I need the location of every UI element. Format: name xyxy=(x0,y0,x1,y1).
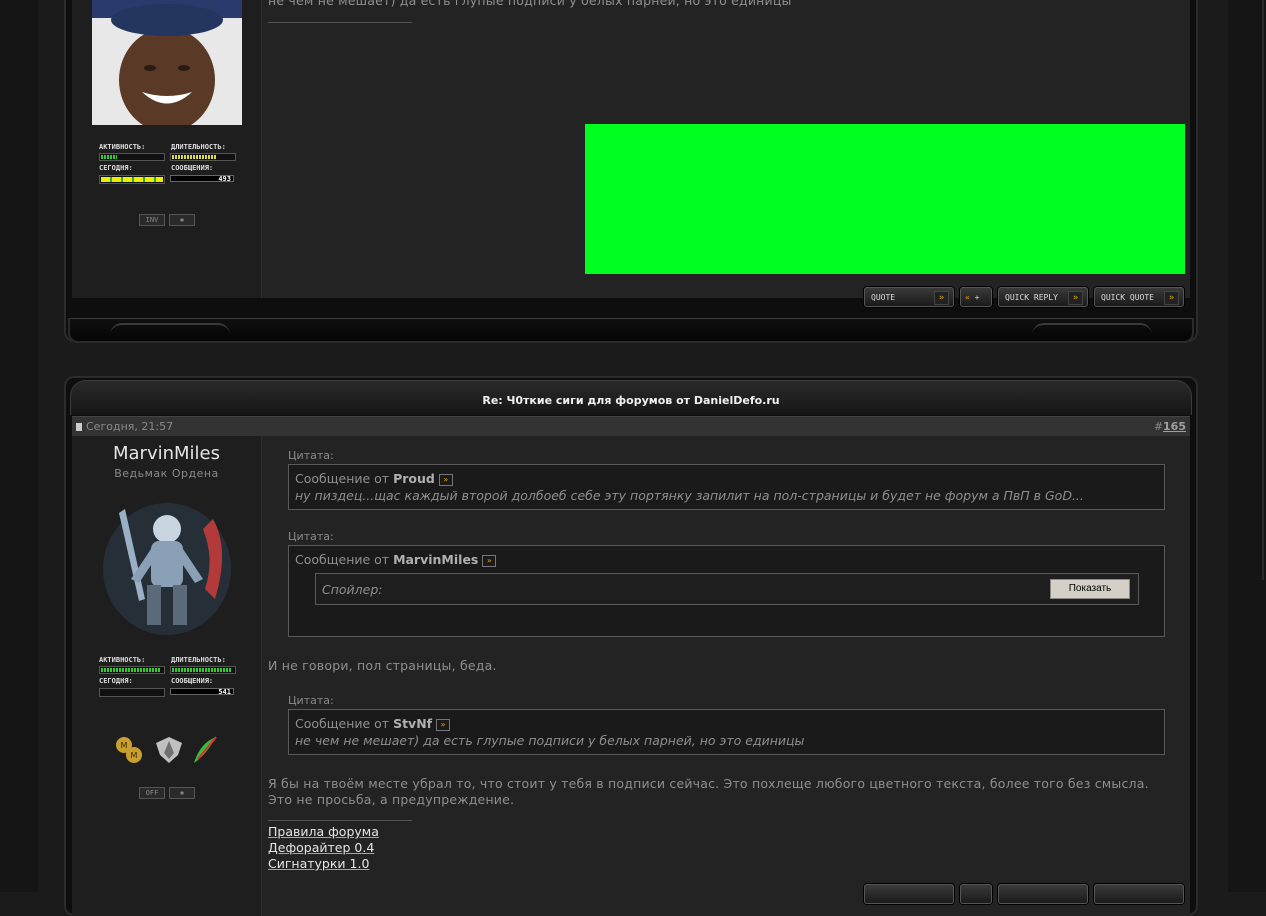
winged-shield-icon xyxy=(156,737,182,763)
post-text: не чем не мешает) да есть глупые подписи… xyxy=(268,0,792,8)
post-text: Я бы на твоём месте убрал то, что стоит … xyxy=(268,776,1149,791)
signature-banner xyxy=(585,124,1185,274)
duration-label: ДЛИТЕЛЬНОСТЬ: xyxy=(171,143,226,151)
quote-from-prefix: Сообщение от xyxy=(295,471,394,486)
post-title: Re: Ч0ткие сиги для форумов от DanielDef… xyxy=(70,380,1192,415)
goto-post-icon[interactable]: » xyxy=(482,554,497,567)
page-edge-line xyxy=(1262,0,1264,580)
post-text: Это не просьба, а предупреждение. xyxy=(268,792,515,807)
post-165: Re: Ч0ткие сиги для форумов от DanielDef… xyxy=(64,376,1198,916)
gear-medal-icon: M M xyxy=(116,737,142,763)
arrow-right-icon: » xyxy=(1068,291,1083,305)
goto-post-icon[interactable]: » xyxy=(436,718,451,731)
multiquote-button[interactable] xyxy=(960,884,992,904)
signature-link[interactable]: Дефорайтер 0.4 xyxy=(268,840,374,855)
quote-from-prefix: Сообщение от xyxy=(295,716,394,731)
quote-text: не чем не мешает) да есть глупые подписи… xyxy=(295,733,805,748)
quote-button-label: QUOTE xyxy=(871,293,896,302)
messages-label: СООБЩЕНИЯ: xyxy=(171,164,214,172)
user-sidebar: АКТИВНОСТЬ: ДЛИТЕЛЬНОСТЬ: СЕГОДНЯ: СООБЩ… xyxy=(72,0,262,298)
messages-count: 493 xyxy=(170,175,234,183)
post-text: И не говори, пол страницы, беда. xyxy=(268,658,497,673)
quote-label: Цитата: xyxy=(288,449,334,462)
user-stats: АКТИВНОСТЬ: ДЛИТЕЛЬНОСТЬ: СЕГОДНЯ: СООБЩ… xyxy=(99,143,239,188)
activity-bar xyxy=(99,153,165,161)
today-bar xyxy=(99,688,165,697)
quote-text: ну пиздец...щас каждый второй долбоеб се… xyxy=(295,488,1084,503)
today-label: СЕГОДНЯ: xyxy=(99,677,133,685)
duration-bar xyxy=(170,153,236,161)
spoiler-show-button[interactable]: Показать xyxy=(1050,579,1130,599)
signature-link[interactable]: Сигнатурки 1.0 xyxy=(268,856,369,871)
svg-text:M: M xyxy=(121,741,128,750)
quote-from-prefix: Сообщение от xyxy=(295,552,394,567)
activity-label: АКТИВНОСТЬ: xyxy=(99,143,146,151)
post-body: MarvinMiles Ведьмак Ордена АКТИВНОСТЬ: Д… xyxy=(72,436,1190,916)
quote-label: Цитата: xyxy=(288,694,334,707)
quote-author-line: Сообщение от MarvinMiles » xyxy=(295,552,497,567)
multiquote-button[interactable]: « + xyxy=(960,287,992,307)
feather-icon xyxy=(194,736,217,763)
arrow-right-icon: » xyxy=(934,291,949,305)
spoiler-label: Спойлер: xyxy=(322,582,383,597)
quick-quote-label: QUICK QUOTE xyxy=(1101,293,1154,302)
duration-label: ДЛИТЕЛЬНОСТЬ: xyxy=(171,656,226,664)
inv-button[interactable]: INV xyxy=(139,214,165,226)
signature-separator xyxy=(268,22,412,23)
signature-separator xyxy=(268,820,412,821)
svg-text:M: M xyxy=(131,751,138,760)
quote-marks-icon: « xyxy=(965,293,970,302)
spoiler-block: Спойлер: Показать xyxy=(315,573,1139,605)
post-date-bar: Сегодня, 21:57 #165 xyxy=(72,416,1190,436)
quick-reply-button[interactable]: QUICK REPLY » xyxy=(998,287,1088,307)
duration-bar xyxy=(170,666,236,674)
quick-quote-button[interactable]: QUICK QUOTE » xyxy=(1094,287,1184,307)
multiquote-label: + xyxy=(974,293,980,302)
user-sidebar: MarvinMiles Ведьмак Ордена АКТИВНОСТЬ: Д… xyxy=(72,436,262,916)
off-button[interactable]: OFF xyxy=(139,787,165,799)
quick-reply-label: QUICK REPLY xyxy=(1005,293,1058,302)
quote-block: Сообщение от Proud » ну пиздец...щас каж… xyxy=(288,464,1165,510)
post-number: #165 xyxy=(1154,417,1186,436)
quote-author: MarvinMiles xyxy=(393,552,479,567)
post-number-link[interactable]: 165 xyxy=(1163,420,1186,433)
quote-block: Сообщение от StvNf » не чем не мешает) д… xyxy=(288,709,1165,755)
messages-label: СООБЩЕНИЯ: xyxy=(171,677,214,685)
quote-author-line: Сообщение от Proud » xyxy=(295,471,453,486)
today-label: СЕГОДНЯ: xyxy=(99,164,133,172)
quote-block: Сообщение от MarvinMiles » Спойлер: Пока… xyxy=(288,545,1165,637)
post-icon xyxy=(76,423,82,431)
signature-link[interactable]: Правила форума xyxy=(268,824,379,839)
quote-label: Цитата: xyxy=(288,530,334,543)
quote-button[interactable]: QUOTE » xyxy=(864,287,954,307)
today-bar xyxy=(99,175,165,184)
messages-count: 541 xyxy=(170,688,234,696)
user-title: Ведьмак Ордена xyxy=(114,467,219,480)
quote-button[interactable] xyxy=(864,884,954,904)
avatar[interactable] xyxy=(95,489,239,637)
username[interactable]: MarvinMiles xyxy=(72,443,261,464)
page-left-stripe xyxy=(0,0,38,892)
page-right-stripe xyxy=(1228,0,1266,892)
star-button[interactable]: ✱ xyxy=(169,214,195,226)
star-button[interactable]: ✱ xyxy=(169,787,195,799)
quote-author: Proud xyxy=(393,471,435,486)
post-number-prefix: # xyxy=(1153,420,1164,433)
quote-author: StvNf xyxy=(393,716,433,731)
post-date-text: Сегодня, 21:57 xyxy=(86,420,174,433)
post-date: Сегодня, 21:57 xyxy=(76,417,173,436)
goto-post-icon[interactable]: » xyxy=(438,473,453,486)
quick-quote-button[interactable] xyxy=(1094,884,1184,904)
user-stats: АКТИВНОСТЬ: ДЛИТЕЛЬНОСТЬ: СЕГОДНЯ: СООБЩ… xyxy=(99,656,239,701)
post-frame-bottom xyxy=(68,318,1194,343)
avatar[interactable] xyxy=(92,0,242,125)
quick-reply-button[interactable] xyxy=(998,884,1088,904)
quote-author-line: Сообщение от StvNf » xyxy=(295,716,451,731)
arrow-right-icon: » xyxy=(1164,291,1179,305)
activity-bar xyxy=(99,666,165,674)
activity-label: АКТИВНОСТЬ: xyxy=(99,656,146,664)
